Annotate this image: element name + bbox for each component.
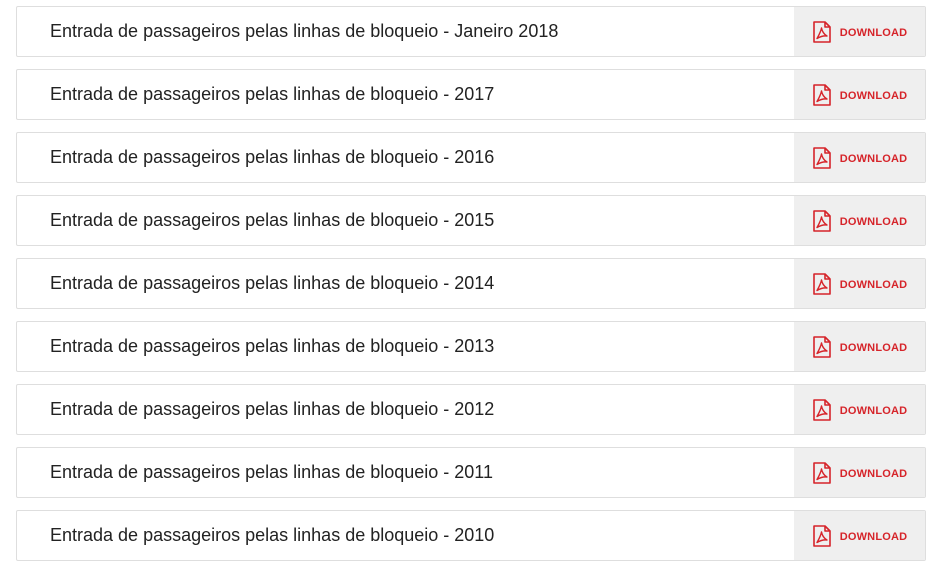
download-label: DOWNLOAD — [839, 342, 908, 354]
download-label: DOWNLOAD — [839, 216, 908, 228]
document-title: Entrada de passageiros pelas linhas de b… — [50, 399, 495, 419]
pdf-icon — [812, 83, 832, 106]
download-label: DOWNLOAD — [839, 468, 908, 480]
download-label: DOWNLOAD — [839, 531, 908, 543]
pdf-icon — [812, 20, 832, 43]
pdf-icon — [812, 272, 832, 295]
document-title: Entrada de passageiros pelas linhas de b… — [50, 336, 495, 356]
list-item: Entrada de passageiros pelas linhas de b… — [16, 321, 926, 372]
pdf-icon — [812, 209, 832, 232]
pdf-icon — [812, 146, 832, 169]
list-item: Entrada de passageiros pelas linhas de b… — [16, 447, 926, 498]
download-label: DOWNLOAD — [839, 90, 908, 102]
pdf-icon — [812, 461, 832, 484]
download-button[interactable]: DOWNLOAD — [794, 133, 925, 182]
download-label: DOWNLOAD — [839, 279, 908, 291]
download-button[interactable]: DOWNLOAD — [794, 322, 925, 371]
document-title: Entrada de passageiros pelas linhas de b… — [50, 273, 495, 293]
download-button[interactable]: DOWNLOAD — [794, 259, 925, 308]
download-button[interactable]: DOWNLOAD — [794, 7, 925, 56]
document-title: Entrada de passageiros pelas linhas de b… — [50, 21, 559, 41]
list-item: Entrada de passageiros pelas linhas de b… — [16, 6, 926, 57]
document-title: Entrada de passageiros pelas linhas de b… — [50, 84, 495, 104]
list-item: Entrada de passageiros pelas linhas de b… — [16, 195, 926, 246]
pdf-icon — [812, 398, 832, 421]
document-title: Entrada de passageiros pelas linhas de b… — [50, 147, 495, 167]
download-button[interactable]: DOWNLOAD — [794, 70, 925, 119]
download-label: DOWNLOAD — [839, 153, 908, 165]
download-label: DOWNLOAD — [839, 405, 908, 417]
document-title: Entrada de passageiros pelas linhas de b… — [50, 462, 493, 482]
list-item: Entrada de passageiros pelas linhas de b… — [16, 258, 926, 309]
download-button[interactable]: DOWNLOAD — [794, 385, 925, 434]
download-button[interactable]: DOWNLOAD — [794, 448, 925, 497]
download-label: DOWNLOAD — [839, 27, 908, 39]
download-button[interactable]: DOWNLOAD — [794, 196, 925, 245]
document-list: Entrada de passageiros pelas linhas de b… — [16, 6, 926, 573]
list-item: Entrada de passageiros pelas linhas de b… — [16, 510, 926, 561]
pdf-icon — [812, 524, 832, 547]
document-title: Entrada de passageiros pelas linhas de b… — [50, 525, 495, 545]
list-item: Entrada de passageiros pelas linhas de b… — [16, 132, 926, 183]
pdf-icon — [812, 335, 832, 358]
download-button[interactable]: DOWNLOAD — [794, 511, 925, 560]
list-item: Entrada de passageiros pelas linhas de b… — [16, 384, 926, 435]
list-item: Entrada de passageiros pelas linhas de b… — [16, 69, 926, 120]
document-title: Entrada de passageiros pelas linhas de b… — [50, 210, 495, 230]
